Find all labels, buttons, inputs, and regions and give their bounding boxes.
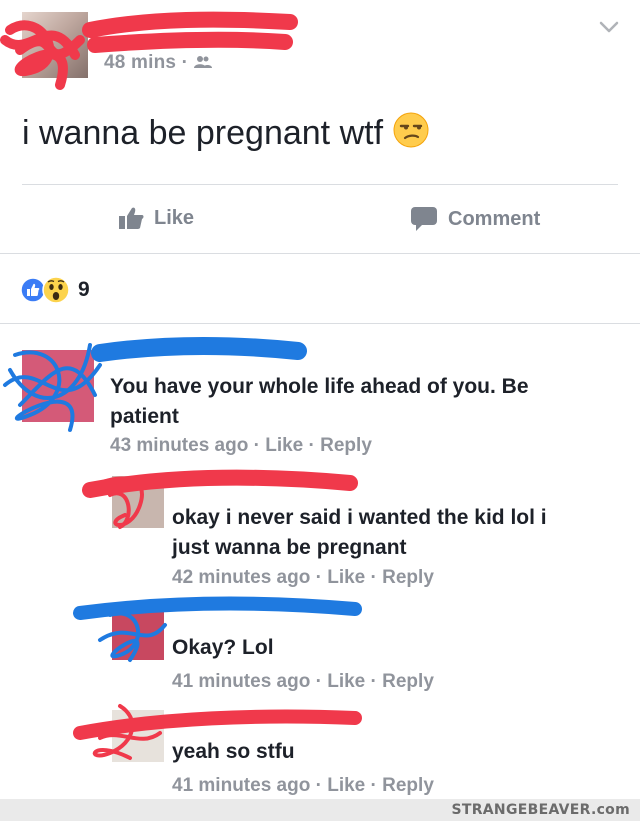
watermark: STRANGEBEAVER.com — [451, 802, 630, 818]
reply-like-link[interactable]: Like — [327, 671, 365, 692]
separator: · — [303, 435, 321, 456]
separator: · — [365, 775, 383, 796]
comment-bubble-icon — [411, 207, 437, 231]
reply-avatar[interactable] — [112, 710, 164, 762]
reply-timestamp[interactable]: 41 minutes ago — [172, 671, 310, 692]
separator: · — [310, 775, 328, 796]
reply-reply-link[interactable]: Reply — [382, 671, 434, 692]
reactions-divider — [0, 323, 640, 324]
comment-text-line: patient — [110, 405, 179, 428]
comment-meta: 43 minutes ago · Like · Reply — [110, 435, 372, 457]
post-author-avatar[interactable] — [22, 12, 88, 78]
reply-avatar[interactable] — [112, 608, 164, 660]
post-timestamp[interactable]: 48 mins · — [104, 52, 194, 73]
post-text: i wanna be pregnant wtf — [22, 112, 429, 153]
reply-meta: 41 minutes ago · Like · Reply — [172, 671, 434, 693]
comment-like-link[interactable]: Like — [265, 435, 303, 456]
reactions-count: 9 — [78, 278, 90, 301]
post-divider — [22, 184, 618, 185]
actions-divider — [0, 253, 640, 254]
reply-like-link[interactable]: Like — [327, 775, 365, 796]
reactions-summary[interactable]: 9 — [20, 276, 90, 304]
post-meta: 48 mins · — [104, 52, 212, 74]
friends-privacy-icon — [193, 56, 212, 68]
reply-reply-link[interactable]: Reply — [382, 775, 434, 796]
reply-reply-link[interactable]: Reply — [382, 567, 434, 588]
separator: · — [365, 671, 383, 692]
reply-text: yeah so stfu — [172, 737, 295, 767]
unamused-face-icon — [393, 112, 429, 148]
comment-reply-link[interactable]: Reply — [320, 435, 372, 456]
reply-text-line: yeah so stfu — [172, 740, 295, 763]
post-text-content: i wanna be pregnant wtf — [22, 114, 384, 152]
comment-label: Comment — [448, 207, 541, 230]
reply-like-link[interactable]: Like — [327, 567, 365, 588]
comment-text: You have your whole life ahead of you. B… — [110, 372, 620, 432]
chevron-down-icon[interactable] — [598, 16, 620, 38]
reply-avatar[interactable] — [112, 476, 164, 528]
reply-text-line: just wanna be pregnant — [172, 536, 407, 559]
reply-text-line: okay i never said i wanted the kid lol i — [172, 506, 547, 529]
reply-timestamp[interactable]: 41 minutes ago — [172, 775, 310, 796]
separator: · — [310, 671, 328, 692]
comment-button[interactable]: Comment — [410, 206, 540, 232]
reply-text: okay i never said i wanted the kid lol i… — [172, 503, 622, 563]
like-label: Like — [154, 206, 195, 229]
separator: · — [248, 435, 266, 456]
comment-avatar[interactable] — [22, 350, 94, 422]
reply-meta: 42 minutes ago · Like · Reply — [172, 567, 434, 589]
thumbs-up-icon — [119, 207, 144, 229]
separator: · — [310, 567, 328, 588]
reply-text-line: Okay? Lol — [172, 636, 274, 659]
comment-timestamp[interactable]: 43 minutes ago — [110, 435, 248, 456]
reply-timestamp[interactable]: 42 minutes ago — [172, 567, 310, 588]
reply-meta: 41 minutes ago · Like · Reply — [172, 775, 434, 797]
separator: · — [365, 567, 383, 588]
comment-text-line: You have your whole life ahead of you. B… — [110, 375, 529, 398]
like-button[interactable]: Like — [118, 206, 194, 230]
wow-icon — [42, 276, 70, 304]
reply-text: Okay? Lol — [172, 633, 274, 663]
